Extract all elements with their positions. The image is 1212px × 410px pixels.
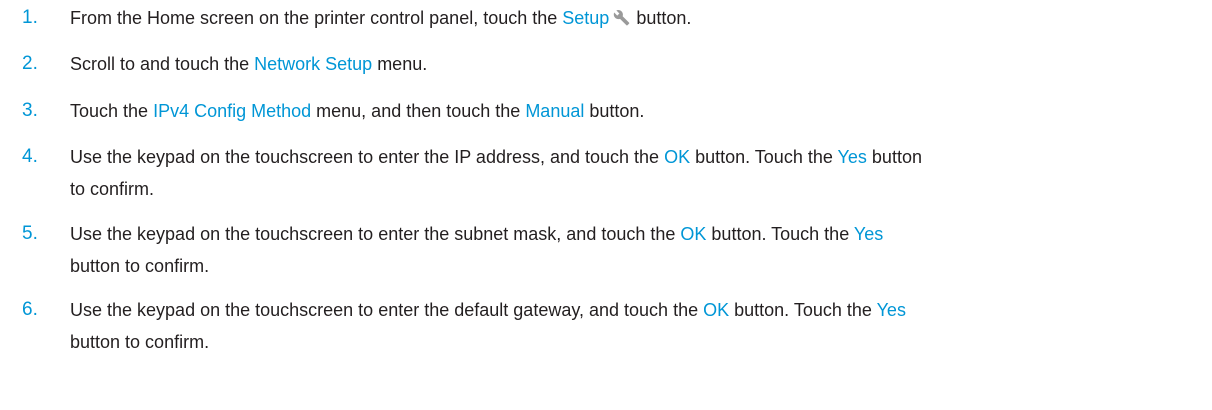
step-text-line: Use the keypad on the touchscreen to ent… [70, 294, 1200, 326]
ok-button-label: OK [664, 147, 691, 167]
step-text-segment: button. [636, 8, 692, 28]
step-text-segment: Touch the [70, 101, 154, 121]
step-number: 3. [22, 100, 38, 121]
step-text-segment: Use the keypad on the touchscreen to ent… [70, 224, 681, 244]
step-text-line: to confirm. [70, 179, 155, 199]
step-text-segment: button [866, 147, 922, 167]
yes-button-label: Yes [876, 300, 906, 320]
step-text: Scroll to and touch the Network Setup me… [70, 48, 1200, 80]
step-text-line: button to confirm. [70, 332, 210, 352]
step-text-line: Use the keypad on the touchscreen to ent… [70, 218, 1200, 250]
ok-button-label: OK [680, 224, 707, 244]
step-text-segment: button. [584, 101, 645, 121]
step-text: From the Home screen on the printer cont… [70, 2, 1200, 34]
step-text-segment: menu. [372, 54, 428, 74]
network-setup-menu-label: Network Setup [254, 54, 373, 74]
setup-button-label: Setup [562, 8, 610, 28]
wrench-icon [613, 9, 630, 26]
step-number: 6. [22, 299, 38, 320]
step-text-segment: button. Touch the [729, 300, 877, 320]
step-number: 2. [22, 53, 38, 74]
yes-button-label: Yes [853, 224, 884, 244]
step-number: 1. [22, 7, 38, 28]
step-text-segment: button. Touch the [690, 147, 838, 167]
yes-button-label: Yes [837, 147, 867, 167]
step-text: Use the keypad on the touchscreen to ent… [70, 294, 1200, 358]
instruction-document: 1. From the Home screen on the printer c… [0, 0, 1212, 410]
step-text-segment: From the Home screen on the printer cont… [70, 8, 563, 28]
step-text-segment: Use the keypad on the touchscreen to ent… [70, 300, 704, 320]
step-text-line: button to confirm. [70, 256, 210, 276]
step-number: 4. [22, 146, 38, 167]
step-text-segment: button. Touch the [706, 224, 854, 244]
step-text-segment: Use the keypad on the touchscreen to ent… [70, 147, 665, 167]
manual-button-label: Manual [525, 101, 585, 121]
step-text-line: Use the keypad on the touchscreen to ent… [70, 141, 1200, 173]
step-text: Touch the IPv4 Config Method menu, and t… [70, 95, 1200, 127]
step-text-segment: menu, and then touch the [311, 101, 526, 121]
step-number: 5. [22, 223, 38, 244]
step-text: Use the keypad on the touchscreen to ent… [70, 141, 1200, 205]
ipv4-config-method-menu-label: IPv4 Config Method [153, 101, 312, 121]
step-text: Use the keypad on the touchscreen to ent… [70, 218, 1200, 282]
ok-button-label: OK [703, 300, 730, 320]
step-text-segment: Scroll to and touch the [70, 54, 255, 74]
